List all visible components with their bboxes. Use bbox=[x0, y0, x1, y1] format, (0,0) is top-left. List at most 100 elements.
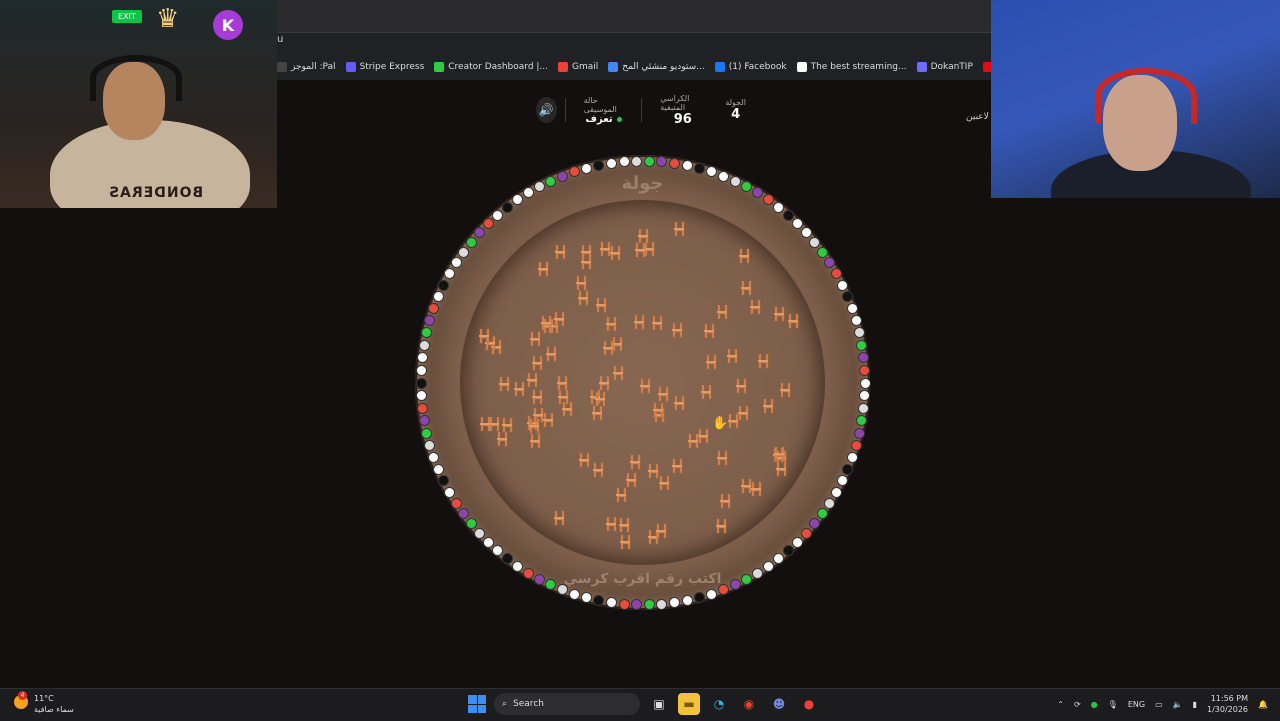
player-avatar bbox=[693, 592, 705, 604]
app-icon[interactable]: ● bbox=[798, 693, 820, 715]
chair-icon bbox=[536, 261, 550, 277]
bookmark-favicon-icon bbox=[982, 62, 991, 72]
sync-icon[interactable]: ⟳ bbox=[1074, 700, 1081, 709]
player-avatar bbox=[418, 415, 430, 427]
player-avatar bbox=[428, 452, 440, 464]
chair-icon bbox=[618, 534, 632, 550]
bookmark-item[interactable]: (1) Facebook bbox=[714, 62, 787, 72]
round-label: الجولة bbox=[725, 98, 746, 107]
edge-icon[interactable]: ◔ bbox=[708, 693, 730, 715]
discord-icon[interactable]: ☻ bbox=[768, 693, 790, 715]
chair-icon bbox=[718, 493, 732, 509]
player-avatar bbox=[593, 159, 605, 171]
bookmark-item[interactable]: Gmail bbox=[558, 62, 598, 72]
speaker-icon[interactable]: 🔊 bbox=[536, 97, 557, 123]
bookmark-favicon-icon bbox=[277, 62, 287, 72]
weather-widget[interactable]: 4 11°C سماء صافية bbox=[14, 691, 74, 715]
clock[interactable]: 11:56 PM 1/30/2026 bbox=[1207, 693, 1248, 715]
chair-icon bbox=[497, 376, 511, 392]
chrome-icon[interactable]: ◉ bbox=[738, 693, 760, 715]
chair-icon bbox=[715, 450, 729, 466]
bookmark-item[interactable]: Creator Dashboard |... bbox=[434, 62, 548, 72]
bookmark-item[interactable]: ستوديو منشئي المح... bbox=[608, 62, 705, 72]
chair-icon bbox=[608, 245, 622, 261]
player-avatar bbox=[416, 352, 428, 364]
chair-icon bbox=[593, 391, 607, 407]
bookmark-favicon-icon bbox=[434, 62, 445, 72]
exit-sign: EXIT bbox=[112, 10, 142, 23]
chair-icon bbox=[748, 299, 762, 315]
player-avatar bbox=[533, 181, 545, 193]
volume-icon[interactable]: 🔈 bbox=[1173, 700, 1183, 709]
language-indicator[interactable]: ENG bbox=[1128, 700, 1145, 709]
chair-icon bbox=[577, 452, 591, 468]
player-avatar bbox=[681, 595, 693, 607]
address-bar[interactable]: u bbox=[277, 34, 283, 45]
player-avatar bbox=[762, 194, 774, 206]
player-avatar bbox=[473, 527, 485, 539]
windows-start-icon[interactable] bbox=[468, 695, 486, 713]
chair-icon bbox=[633, 242, 647, 258]
game-arena[interactable]: جولة اكتب رقم اقرب كرسي bbox=[415, 155, 871, 611]
hand-cursor-icon: ✋ bbox=[712, 416, 729, 431]
chair-icon bbox=[772, 306, 786, 322]
taskbar: 4 11°C سماء صافية ⌕ Search ▣ ▬ ◔ ◉ ☻ ● ⌃… bbox=[0, 688, 1280, 721]
search-icon: ⌕ bbox=[502, 699, 508, 709]
chair-icon bbox=[715, 304, 729, 320]
mic-icon[interactable]: 🎙 bbox=[1108, 700, 1118, 709]
player-avatar bbox=[669, 597, 681, 609]
player-avatar bbox=[556, 584, 568, 596]
player-avatar bbox=[853, 427, 865, 439]
bookmark-favicon-icon bbox=[558, 62, 569, 72]
player-avatar bbox=[706, 588, 718, 600]
browser-window: u الموجز :Pal Stripe Express Creator Dashb… bbox=[277, 0, 991, 80]
display-icon[interactable]: ▭ bbox=[1155, 700, 1163, 709]
chair-icon bbox=[761, 398, 775, 414]
player-avatar bbox=[801, 227, 813, 239]
chairs-remaining: الكراسي المتبقية 96 bbox=[660, 94, 705, 127]
bookmark-item[interactable]: Stripe Express bbox=[345, 62, 425, 72]
player-avatar bbox=[545, 579, 557, 591]
player-avatar bbox=[605, 597, 617, 609]
player-avatar bbox=[741, 573, 753, 585]
taskbar-search[interactable]: ⌕ Search bbox=[494, 693, 640, 715]
player-avatar bbox=[533, 573, 545, 585]
file-explorer-icon[interactable]: ▬ bbox=[678, 693, 700, 715]
player-avatar bbox=[415, 377, 427, 389]
player-avatar bbox=[444, 268, 456, 280]
bookmark-item[interactable]: DokanTIP bbox=[916, 62, 973, 72]
player-avatar bbox=[444, 486, 456, 498]
bookmark-item[interactable]: Ne... bbox=[982, 62, 991, 72]
chair-icon bbox=[576, 290, 590, 306]
player-avatar bbox=[512, 560, 524, 572]
chairs-label: الكراسي المتبقية bbox=[660, 93, 690, 112]
battery-icon[interactable]: ▮ bbox=[1193, 700, 1197, 709]
player-avatar bbox=[656, 156, 668, 168]
chevron-up-icon[interactable]: ⌃ bbox=[1057, 700, 1064, 709]
date: 1/30/2026 bbox=[1207, 705, 1249, 714]
tab-strip[interactable] bbox=[277, 0, 991, 33]
bookmark-item[interactable]: The best streaming... bbox=[796, 62, 907, 72]
player-avatar bbox=[501, 553, 513, 565]
player-avatar bbox=[729, 175, 741, 187]
chair-icon bbox=[617, 517, 631, 533]
chair-icon bbox=[638, 378, 652, 394]
player-avatar bbox=[618, 598, 630, 610]
player-avatar bbox=[512, 194, 524, 206]
notifications-icon[interactable]: 🔔 bbox=[1258, 700, 1268, 709]
player-avatar bbox=[830, 268, 842, 280]
chair-icon bbox=[734, 378, 748, 394]
player-avatar bbox=[581, 162, 593, 174]
chair-icon bbox=[654, 523, 668, 539]
player-avatar bbox=[522, 567, 534, 579]
chair-icon bbox=[544, 346, 558, 362]
player-avatar bbox=[438, 279, 450, 291]
bookmark-label: Stripe Express bbox=[359, 62, 425, 72]
player-avatar bbox=[752, 567, 764, 579]
chair-icon bbox=[541, 412, 555, 428]
bookmark-favicon-icon bbox=[796, 62, 807, 72]
status-icon[interactable]: ● bbox=[1091, 700, 1098, 709]
chair-icon bbox=[786, 313, 800, 329]
task-view-icon[interactable]: ▣ bbox=[648, 693, 670, 715]
bookmark-item[interactable]: الموجز :Pal bbox=[277, 62, 336, 72]
